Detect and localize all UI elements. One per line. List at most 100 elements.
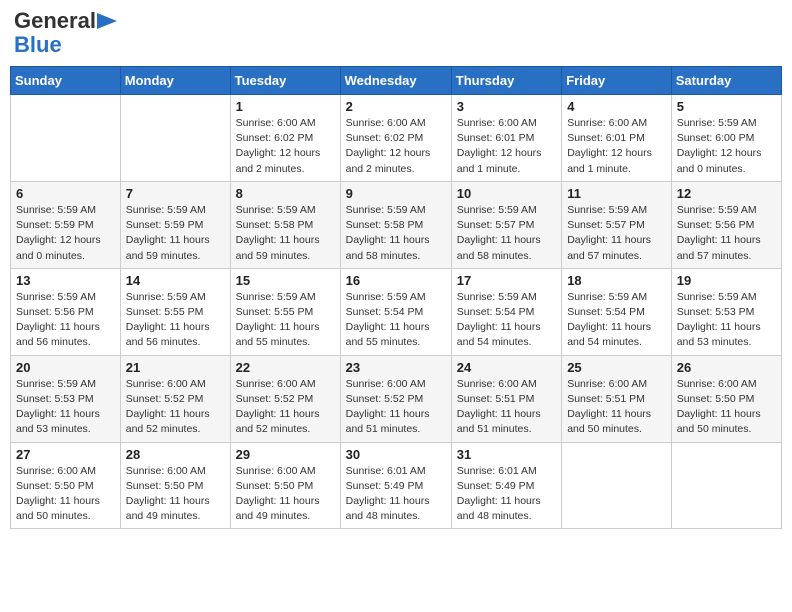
day-number: 21 [126, 360, 225, 375]
page-header: General Blue [10, 10, 782, 58]
weekday-header-wednesday: Wednesday [340, 67, 451, 95]
calendar-cell: 2 Sunrise: 6:00 AM Sunset: 6:02 PM Daylig… [340, 95, 451, 182]
calendar-cell: 12 Sunrise: 5:59 AM Sunset: 5:56 PM Dayli… [671, 181, 781, 268]
calendar-cell: 17Sunrise: 5:59 AM Sunset: 5:54 PM Dayli… [451, 268, 561, 355]
day-number: 29 [236, 447, 335, 462]
calendar-cell: 11 Sunrise: 5:59 AM Sunset: 5:57 PM Dayli… [562, 181, 672, 268]
day-number: 30 [346, 447, 446, 462]
calendar-cell: 15 Sunrise: 5:59 AM Sunset: 5:55 PM Dayli… [230, 268, 340, 355]
day-info: Sunrise: 5:59 AM Sunset: 5:54 PM Dayligh… [346, 290, 446, 351]
calendar-week-3: 13 Sunrise: 5:59 AM Sunset: 5:56 PM Dayli… [11, 268, 782, 355]
calendar-cell: 26 Sunrise: 6:00 AM Sunset: 5:50 PM Dayli… [671, 355, 781, 442]
day-info: Sunrise: 5:59 AM Sunset: 5:58 PM Dayligh… [346, 203, 446, 264]
day-info: Sunrise: 5:59 AM Sunset: 5:57 PM Dayligh… [457, 203, 556, 264]
calendar-cell: 1 Sunrise: 6:00 AM Sunset: 6:02 PM Daylig… [230, 95, 340, 182]
day-number: 20 [16, 360, 115, 375]
day-number: 11 [567, 186, 666, 201]
day-number: 26 [677, 360, 776, 375]
logo: General Blue [14, 10, 119, 58]
calendar-cell: 13 Sunrise: 5:59 AM Sunset: 5:56 PM Dayli… [11, 268, 121, 355]
calendar-cell: 8 Sunrise: 5:59 AM Sunset: 5:58 PM Daylig… [230, 181, 340, 268]
calendar-cell: 31 Sunrise: 6:01 AM Sunset: 5:49 PM Dayli… [451, 442, 561, 529]
calendar-cell [120, 95, 230, 182]
day-number: 10 [457, 186, 556, 201]
day-info: Sunrise: 6:00 AM Sunset: 5:52 PM Dayligh… [126, 377, 225, 438]
day-info: Sunrise: 6:00 AM Sunset: 5:50 PM Dayligh… [677, 377, 776, 438]
calendar-cell: 24Sunrise: 6:00 AM Sunset: 5:51 PM Dayli… [451, 355, 561, 442]
calendar-week-1: 1 Sunrise: 6:00 AM Sunset: 6:02 PM Daylig… [11, 95, 782, 182]
day-number: 25 [567, 360, 666, 375]
day-number: 4 [567, 99, 666, 114]
day-number: 16 [346, 273, 446, 288]
calendar-table: SundayMondayTuesdayWednesdayThursdayFrid… [10, 66, 782, 529]
day-number: 28 [126, 447, 225, 462]
day-info: Sunrise: 6:00 AM Sunset: 6:01 PM Dayligh… [567, 116, 666, 177]
day-number: 19 [677, 273, 776, 288]
day-info: Sunrise: 6:00 AM Sunset: 5:52 PM Dayligh… [236, 377, 335, 438]
day-info: Sunrise: 5:59 AM Sunset: 5:55 PM Dayligh… [236, 290, 335, 351]
calendar-cell: 23Sunrise: 6:00 AM Sunset: 5:52 PM Dayli… [340, 355, 451, 442]
day-info: Sunrise: 6:01 AM Sunset: 5:49 PM Dayligh… [346, 464, 446, 525]
day-info: Sunrise: 6:01 AM Sunset: 5:49 PM Dayligh… [457, 464, 556, 525]
day-number: 27 [16, 447, 115, 462]
day-info: Sunrise: 5:59 AM Sunset: 5:59 PM Dayligh… [16, 203, 115, 264]
day-info: Sunrise: 5:59 AM Sunset: 5:53 PM Dayligh… [16, 377, 115, 438]
calendar-cell: 4 Sunrise: 6:00 AM Sunset: 6:01 PM Daylig… [562, 95, 672, 182]
day-info: Sunrise: 5:59 AM Sunset: 5:54 PM Dayligh… [457, 290, 556, 351]
day-number: 3 [457, 99, 556, 114]
day-info: Sunrise: 6:00 AM Sunset: 6:02 PM Dayligh… [346, 116, 446, 177]
day-number: 1 [236, 99, 335, 114]
calendar-cell: 19 Sunrise: 5:59 AM Sunset: 5:53 PM Dayli… [671, 268, 781, 355]
calendar-cell: 27 Sunrise: 6:00 AM Sunset: 5:50 PM Dayli… [11, 442, 121, 529]
day-info: Sunrise: 6:00 AM Sunset: 5:50 PM Dayligh… [16, 464, 115, 525]
calendar-cell: 5Sunrise: 5:59 AM Sunset: 6:00 PM Daylig… [671, 95, 781, 182]
day-number: 8 [236, 186, 335, 201]
day-info: Sunrise: 5:59 AM Sunset: 5:59 PM Dayligh… [126, 203, 225, 264]
day-number: 13 [16, 273, 115, 288]
day-info: Sunrise: 5:59 AM Sunset: 5:56 PM Dayligh… [16, 290, 115, 351]
day-number: 12 [677, 186, 776, 201]
day-number: 15 [236, 273, 335, 288]
calendar-cell [671, 442, 781, 529]
day-info: Sunrise: 6:00 AM Sunset: 5:50 PM Dayligh… [126, 464, 225, 525]
day-info: Sunrise: 5:59 AM Sunset: 5:56 PM Dayligh… [677, 203, 776, 264]
day-number: 14 [126, 273, 225, 288]
calendar-cell: 18Sunrise: 5:59 AM Sunset: 5:54 PM Dayli… [562, 268, 672, 355]
day-number: 6 [16, 186, 115, 201]
logo-arrow-icon [97, 13, 117, 29]
calendar-cell: 29 Sunrise: 6:00 AM Sunset: 5:50 PM Dayli… [230, 442, 340, 529]
calendar-cell: 6 Sunrise: 5:59 AM Sunset: 5:59 PM Daylig… [11, 181, 121, 268]
weekday-header-monday: Monday [120, 67, 230, 95]
day-number: 31 [457, 447, 556, 462]
calendar-cell: 3Sunrise: 6:00 AM Sunset: 6:01 PM Daylig… [451, 95, 561, 182]
calendar-cell [562, 442, 672, 529]
day-info: Sunrise: 6:00 AM Sunset: 5:50 PM Dayligh… [236, 464, 335, 525]
day-number: 7 [126, 186, 225, 201]
day-info: Sunrise: 6:00 AM Sunset: 6:02 PM Dayligh… [236, 116, 335, 177]
day-number: 23 [346, 360, 446, 375]
calendar-cell: 30 Sunrise: 6:01 AM Sunset: 5:49 PM Dayli… [340, 442, 451, 529]
calendar-cell: 14 Sunrise: 5:59 AM Sunset: 5:55 PM Dayli… [120, 268, 230, 355]
weekday-header-sunday: Sunday [11, 67, 121, 95]
calendar-cell: 7 Sunrise: 5:59 AM Sunset: 5:59 PM Daylig… [120, 181, 230, 268]
calendar-week-4: 20 Sunrise: 5:59 AM Sunset: 5:53 PM Dayli… [11, 355, 782, 442]
weekday-header-thursday: Thursday [451, 67, 561, 95]
calendar-cell: 22Sunrise: 6:00 AM Sunset: 5:52 PM Dayli… [230, 355, 340, 442]
day-info: Sunrise: 5:59 AM Sunset: 5:58 PM Dayligh… [236, 203, 335, 264]
day-info: Sunrise: 5:59 AM Sunset: 5:54 PM Dayligh… [567, 290, 666, 351]
day-info: Sunrise: 5:59 AM Sunset: 5:57 PM Dayligh… [567, 203, 666, 264]
day-info: Sunrise: 5:59 AM Sunset: 5:53 PM Dayligh… [677, 290, 776, 351]
day-number: 5 [677, 99, 776, 114]
weekday-header-tuesday: Tuesday [230, 67, 340, 95]
calendar-cell: 9Sunrise: 5:59 AM Sunset: 5:58 PM Daylig… [340, 181, 451, 268]
weekday-header-saturday: Saturday [671, 67, 781, 95]
calendar-cell [11, 95, 121, 182]
day-number: 24 [457, 360, 556, 375]
calendar-cell: 21 Sunrise: 6:00 AM Sunset: 5:52 PM Dayli… [120, 355, 230, 442]
calendar-week-5: 27 Sunrise: 6:00 AM Sunset: 5:50 PM Dayli… [11, 442, 782, 529]
day-number: 2 [346, 99, 446, 114]
calendar-cell: 20 Sunrise: 5:59 AM Sunset: 5:53 PM Dayli… [11, 355, 121, 442]
calendar-cell: 28 Sunrise: 6:00 AM Sunset: 5:50 PM Dayli… [120, 442, 230, 529]
logo-general: General [14, 10, 96, 32]
day-info: Sunrise: 5:59 AM Sunset: 5:55 PM Dayligh… [126, 290, 225, 351]
